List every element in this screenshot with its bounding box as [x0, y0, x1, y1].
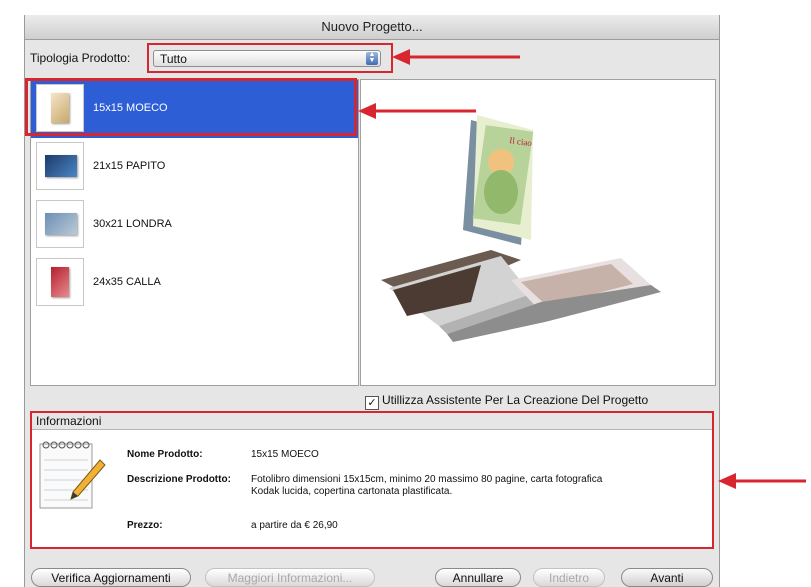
- product-thumbnail: [36, 142, 84, 190]
- new-project-dialog: Nuovo Progetto... Tipologia Prodotto: Tu…: [24, 15, 720, 587]
- product-type-select[interactable]: Tutto ▲ ▼: [153, 50, 381, 67]
- annotation-arrow-filter: [392, 49, 520, 65]
- product-item-label: 15x15 MOECO: [93, 102, 168, 114]
- product-thumbnail: [36, 258, 84, 306]
- price-value: a partire da € 26,90: [251, 520, 338, 531]
- assistant-checkbox-label: Utillizza Assistente Per La Creazione De…: [382, 393, 649, 407]
- more-info-button[interactable]: Maggiori Informazioni...: [205, 568, 375, 587]
- back-button[interactable]: Indietro: [533, 568, 605, 587]
- next-button[interactable]: Avanti: [621, 568, 713, 587]
- notepad-pencil-icon: [39, 441, 106, 509]
- check-updates-button[interactable]: Verifica Aggiornamenti: [31, 568, 191, 587]
- product-item-21x15-papito[interactable]: 21x15 PAPITO: [31, 138, 358, 196]
- info-panel-title: Informazioni: [32, 413, 712, 430]
- product-item-label: 30x21 LONDRA: [93, 218, 172, 230]
- product-name-label: Nome Prodotto:: [127, 449, 203, 460]
- annotation-arrow-info: [718, 473, 806, 489]
- product-item-15x15-moeco[interactable]: 15x15 MOECO: [31, 80, 358, 138]
- price-label: Prezzo:: [127, 520, 163, 531]
- product-description-value: Fotolibro dimensioni 15x15cm, minimo 20 …: [251, 474, 603, 497]
- product-thumbnail: [36, 200, 84, 248]
- product-item-24x35-calla[interactable]: 24x35 CALLA: [31, 254, 358, 312]
- product-type-label: Tipologia Prodotto:: [30, 51, 131, 65]
- cancel-button[interactable]: Annullare: [435, 568, 521, 587]
- product-description-label: Descrizione Prodotto:: [127, 474, 231, 485]
- annotation-arrow-selection: [358, 103, 476, 119]
- product-name-value: 15x15 MOECO: [251, 449, 319, 460]
- product-preview: Il ciao: [360, 79, 716, 386]
- product-item-label: 21x15 PAPITO: [93, 160, 166, 172]
- product-item-label: 24x35 CALLA: [93, 276, 161, 288]
- window-title: Nuovo Progetto...: [25, 15, 719, 40]
- product-list[interactable]: 15x15 MOECO 21x15 PAPITO 30x21 LONDRA 24…: [30, 79, 359, 386]
- product-item-30x21-londra[interactable]: 30x21 LONDRA: [31, 196, 358, 254]
- assistant-checkbox-row[interactable]: ✓ Utillizza Assistente Per La Creazione D…: [365, 393, 648, 410]
- product-type-selected: Tutto: [160, 52, 187, 66]
- annotation-highlight-filter: Tutto ▲ ▼: [147, 43, 393, 73]
- assistant-checkbox[interactable]: ✓: [365, 396, 379, 410]
- info-panel: Informazioni Nome Prodotto: 15x15 MOECO …: [30, 411, 714, 549]
- photobook-illustration: Il ciao: [381, 115, 661, 342]
- select-arrows-icon: ▲ ▼: [366, 51, 378, 65]
- product-thumbnail: [36, 84, 84, 132]
